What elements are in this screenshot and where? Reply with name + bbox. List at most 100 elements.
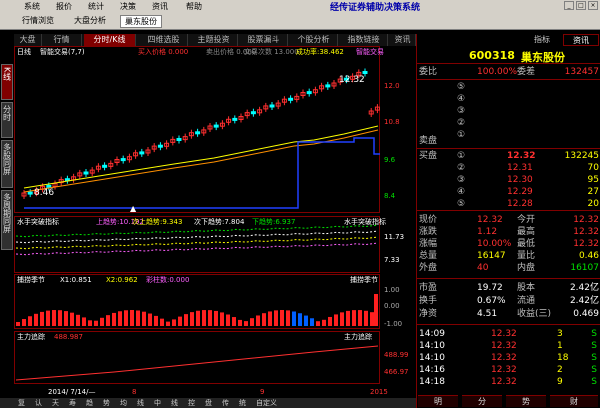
season-bar bbox=[256, 315, 260, 326]
menu-news[interactable]: 资讯 bbox=[152, 1, 168, 12]
right-bottom-tab-split[interactable]: 分 bbox=[462, 395, 502, 407]
season-bar bbox=[148, 313, 152, 326]
tick-time: 14:18 bbox=[419, 377, 445, 387]
side-tab-kline[interactable]: K线 bbox=[1, 64, 13, 100]
season-bar bbox=[130, 310, 134, 326]
season-bar bbox=[352, 310, 356, 326]
quote-value: 0.46 bbox=[578, 251, 599, 261]
fund-value: 2.42亿 bbox=[569, 296, 599, 306]
buy-level-index: ③ bbox=[457, 175, 466, 185]
sell-level-row: ④ bbox=[417, 93, 600, 105]
legend-smart: 智能交易 bbox=[356, 47, 384, 56]
right-tab-news[interactable]: 资讯 bbox=[563, 34, 599, 46]
candle-body bbox=[213, 124, 219, 128]
legend-trades: 交易次数 13.000 bbox=[244, 47, 299, 56]
buy-volume: 95 bbox=[587, 175, 599, 185]
buy-volume: 20 bbox=[587, 199, 599, 209]
main-axis-label: 466.97 bbox=[384, 368, 409, 376]
sell-level-index: ⑤ bbox=[457, 82, 466, 92]
kline-chart[interactable]: 日线 智能交易(7,7) 买入价格 0.000 卖出价格 0.000 交易次数 … bbox=[14, 46, 416, 398]
season-bar bbox=[262, 313, 266, 326]
weicha-value: 132457 bbox=[564, 67, 599, 77]
tick-time: 14:10 bbox=[419, 341, 445, 351]
fundamentals-row: 换手 0.67% 流通 2.42亿 bbox=[417, 295, 600, 307]
view-tab-news[interactable]: 资讯 bbox=[390, 34, 416, 46]
main-indicator-value: 488.987 bbox=[54, 333, 83, 341]
view-tabs: 大盘 行情 分时/K线 四维选股 主题投资 股票漏斗 个股分析 指数链接 资讯 bbox=[14, 34, 416, 46]
period-label: 日线 bbox=[17, 47, 31, 56]
menu-quote[interactable]: 报价 bbox=[56, 1, 72, 12]
side-tab-multi-period[interactable]: 多周期同屏 bbox=[1, 190, 13, 250]
tick-row: 14:18 12.32 9 S bbox=[417, 376, 600, 388]
side-tab-multi-stock-label: 多股同屏 bbox=[2, 143, 12, 175]
x-tick: 8 bbox=[132, 388, 136, 396]
season-bar bbox=[82, 317, 86, 326]
buy-price: 12.29 bbox=[507, 187, 533, 197]
quote-label: 现价 bbox=[419, 215, 438, 225]
quote-label: 内盘 bbox=[517, 263, 536, 273]
tab-stock[interactable]: 巢东股份 bbox=[120, 15, 162, 28]
buy-volume: 27 bbox=[587, 187, 599, 197]
season-bar bbox=[166, 321, 170, 326]
minimize-button[interactable]: _ bbox=[564, 1, 574, 10]
season-bar bbox=[340, 312, 344, 326]
view-tab-stock-analysis[interactable]: 个股分析 bbox=[290, 34, 338, 46]
season-bar bbox=[58, 310, 62, 326]
season-bar bbox=[124, 310, 128, 326]
candle-body bbox=[288, 97, 294, 101]
season-bar bbox=[268, 311, 272, 326]
right-tab-indicator[interactable]: 指标 bbox=[523, 34, 561, 46]
season-bar bbox=[334, 314, 338, 326]
sell-level-index: ④ bbox=[457, 94, 466, 104]
view-tab-index[interactable]: 大盘 bbox=[14, 34, 42, 46]
buy-price: 12.28 bbox=[507, 199, 533, 209]
right-bottom-tab-finance[interactable]: 财 bbox=[550, 395, 598, 407]
menu-system[interactable]: 系统 bbox=[24, 1, 40, 12]
season-bar bbox=[220, 312, 224, 326]
view-tab-quote[interactable]: 行情 bbox=[42, 34, 82, 46]
low-price-marker: 8.46 bbox=[34, 188, 54, 198]
season-bar bbox=[178, 316, 182, 326]
maximize-button[interactable]: □ bbox=[576, 1, 586, 10]
buy-level-index: ② bbox=[457, 163, 466, 173]
season-bar bbox=[298, 313, 302, 326]
view-tab-kline[interactable]: 分时/K线 bbox=[84, 34, 136, 46]
buy-arrow-icon: ▲ bbox=[130, 204, 137, 213]
view-tab-index-link[interactable]: 指数链接 bbox=[340, 34, 388, 46]
tab-index-analysis[interactable]: 大盘分析 bbox=[70, 15, 110, 28]
right-bottom-tab-trend[interactable]: 势 bbox=[506, 395, 546, 407]
right-bottom-tab-detail[interactable]: 明 bbox=[418, 395, 458, 407]
menu-bar: 系统 报价 统计 决策 资讯 帮助 经传证券辅助决策系统 _ □ × bbox=[0, 0, 600, 13]
x-tick: 2015 bbox=[370, 388, 388, 396]
side-tab-multi-stock[interactable]: 多股同屏 bbox=[1, 140, 13, 188]
fund-value: 0.67% bbox=[477, 296, 506, 306]
menu-decision[interactable]: 决策 bbox=[120, 1, 136, 12]
tick-price: 12.32 bbox=[491, 365, 517, 375]
tick-time: 14:10 bbox=[419, 353, 445, 363]
trend-right-label: 水手突破指标 bbox=[344, 217, 386, 226]
side-tab-timeshare[interactable]: 分时 bbox=[1, 102, 13, 138]
tick-volume: 1 bbox=[557, 341, 563, 351]
season-bar bbox=[172, 319, 176, 326]
quote-value: 12.32 bbox=[477, 215, 503, 225]
tick-side: S bbox=[591, 365, 597, 375]
trend-down-value: 下趋势:6.937 bbox=[252, 217, 295, 226]
season-bar bbox=[226, 314, 230, 326]
legend-success: 成功率:38.462 bbox=[296, 47, 344, 56]
season-bar bbox=[274, 310, 278, 326]
tick-side: S bbox=[591, 329, 597, 339]
tab-market-browse[interactable]: 行情浏览 bbox=[18, 15, 58, 28]
season-bar bbox=[322, 319, 326, 326]
season-bar bbox=[346, 310, 350, 326]
view-tab-theme[interactable]: 主题投资 bbox=[190, 34, 238, 46]
view-tab-funnel[interactable]: 股票漏斗 bbox=[240, 34, 288, 46]
season-bar bbox=[34, 313, 38, 326]
legend-buy: 买入价格 0.000 bbox=[138, 47, 188, 56]
close-button[interactable]: × bbox=[588, 1, 598, 10]
menu-stats[interactable]: 统计 bbox=[88, 1, 104, 12]
fundamentals-row: 市盈 19.72 股本 2.42亿 bbox=[417, 282, 600, 294]
view-tab-4d[interactable]: 四维选股 bbox=[140, 34, 188, 46]
menu-help[interactable]: 帮助 bbox=[186, 1, 202, 12]
buy-summary-row: 买盘 ① 12.32 132245 bbox=[417, 150, 600, 162]
season-bar bbox=[88, 320, 92, 326]
